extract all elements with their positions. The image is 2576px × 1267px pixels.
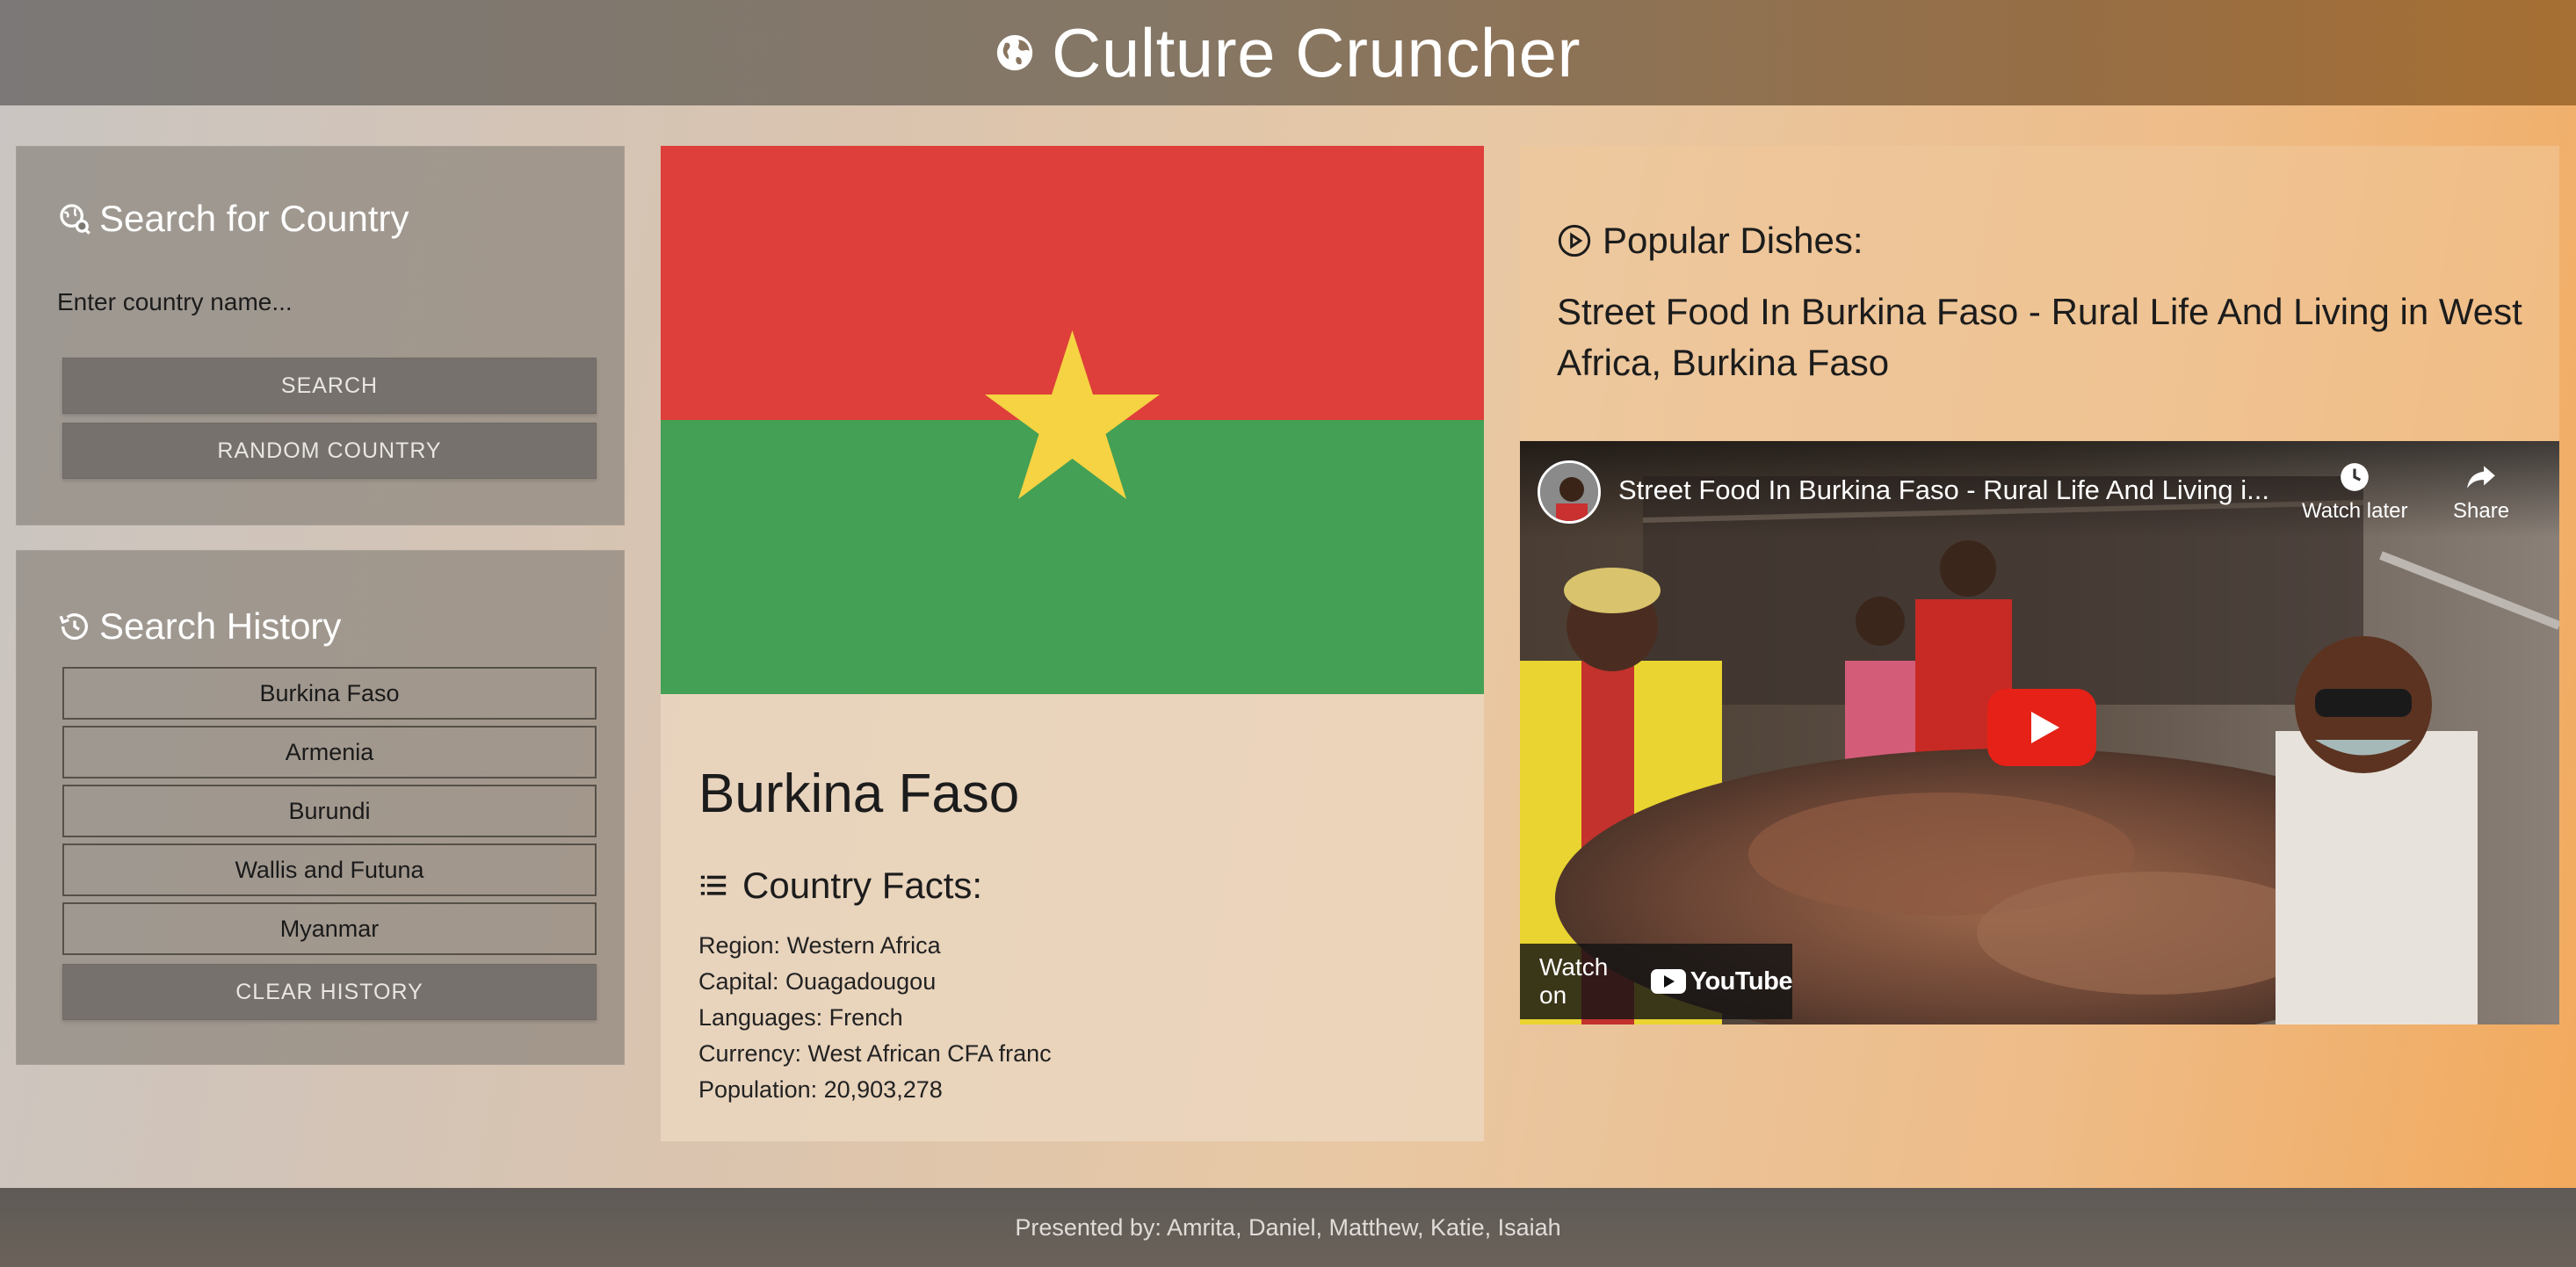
footer: Presented by: Amrita, Daniel, Matthew, K… xyxy=(0,1188,2576,1267)
history-item[interactable]: Myanmar xyxy=(62,902,597,955)
search-globe-icon xyxy=(60,204,90,235)
watch-later-button[interactable]: Watch later xyxy=(2302,460,2407,524)
random-country-button[interactable]: RANDOM COUNTRY xyxy=(62,423,597,479)
fact-currency: Currency: West African CFA franc xyxy=(698,1040,1052,1067)
list-icon xyxy=(700,875,727,895)
search-panel: Search for Country SEARCH RANDOM COUNTRY xyxy=(16,146,625,525)
country-facts-title-text: Country Facts: xyxy=(742,865,983,906)
watch-later-label: Watch later xyxy=(2302,499,2408,523)
history-item[interactable]: Burkina Faso xyxy=(62,667,597,720)
fact-capital: Capital: Ouagadougou xyxy=(698,968,937,995)
country-card: Burkina Faso Country Facts: Region: West… xyxy=(661,146,1484,1141)
play-icon xyxy=(2031,712,2059,743)
clear-history-button[interactable]: CLEAR HISTORY xyxy=(62,964,597,1020)
app-title: Culture Cruncher xyxy=(1052,13,1581,91)
country-facts-list: Region: Western Africa Capital: Ouagadou… xyxy=(698,928,1052,1108)
popular-dishes-title: Popular Dishes: xyxy=(1557,220,1863,262)
search-panel-title: Search for Country xyxy=(57,198,409,240)
channel-avatar[interactable] xyxy=(1538,460,1601,524)
country-flag xyxy=(661,146,1484,694)
history-item[interactable]: Burundi xyxy=(62,785,597,837)
history-item[interactable]: Wallis and Futuna xyxy=(62,843,597,896)
history-panel: Search History Burkina Faso Armenia Buru… xyxy=(16,550,625,1065)
watch-on-label: Watch on xyxy=(1539,953,1609,1009)
history-icon xyxy=(59,613,88,641)
app-header: Culture Cruncher xyxy=(0,0,2576,105)
history-item[interactable]: Armenia xyxy=(62,726,597,778)
search-panel-title-text: Search for Country xyxy=(99,198,409,239)
history-panel-title-text: Search History xyxy=(99,605,342,647)
clock-icon xyxy=(2341,463,2370,491)
country-search-input[interactable] xyxy=(57,280,584,324)
dish-video-description: Street Food In Burkina Faso - Rural Life… xyxy=(1557,291,2522,383)
country-facts-title: Country Facts: xyxy=(698,865,982,907)
fact-region: Region: Western Africa xyxy=(698,932,941,959)
share-arrow-icon xyxy=(2467,466,2495,489)
video-title[interactable]: Street Food In Burkina Faso - Rural Life… xyxy=(1618,474,2286,506)
youtube-icon xyxy=(1650,969,1686,994)
share-label: Share xyxy=(2453,499,2510,523)
youtube-wordmark: YouTube xyxy=(1690,967,1793,996)
share-button[interactable]: Share xyxy=(2453,460,2509,524)
youtube-video-embed[interactable]: Street Food In Burkina Faso - Rural Life… xyxy=(1520,441,2559,1024)
dishes-header: Popular Dishes: Street Food In Burkina F… xyxy=(1520,146,2559,441)
dishes-card: Popular Dishes: Street Food In Burkina F… xyxy=(1520,146,2559,1024)
globe-icon xyxy=(996,34,1033,71)
watch-on-youtube-button[interactable]: Watch on YouTube xyxy=(1520,944,1793,1019)
history-panel-title: Search History xyxy=(57,605,341,648)
play-button[interactable] xyxy=(1987,689,2096,766)
fact-languages: Languages: French xyxy=(698,1004,903,1031)
youtube-logo: YouTube xyxy=(1650,967,1793,996)
fact-population: Population: 20,903,278 xyxy=(698,1076,943,1103)
search-button[interactable]: SEARCH xyxy=(62,358,597,414)
popular-dishes-title-text: Popular Dishes: xyxy=(1603,220,1863,261)
play-circle-icon xyxy=(1558,224,1591,257)
footer-credits: Presented by: Amrita, Daniel, Matthew, K… xyxy=(1015,1213,1561,1241)
country-name: Burkina Faso xyxy=(698,764,1020,824)
